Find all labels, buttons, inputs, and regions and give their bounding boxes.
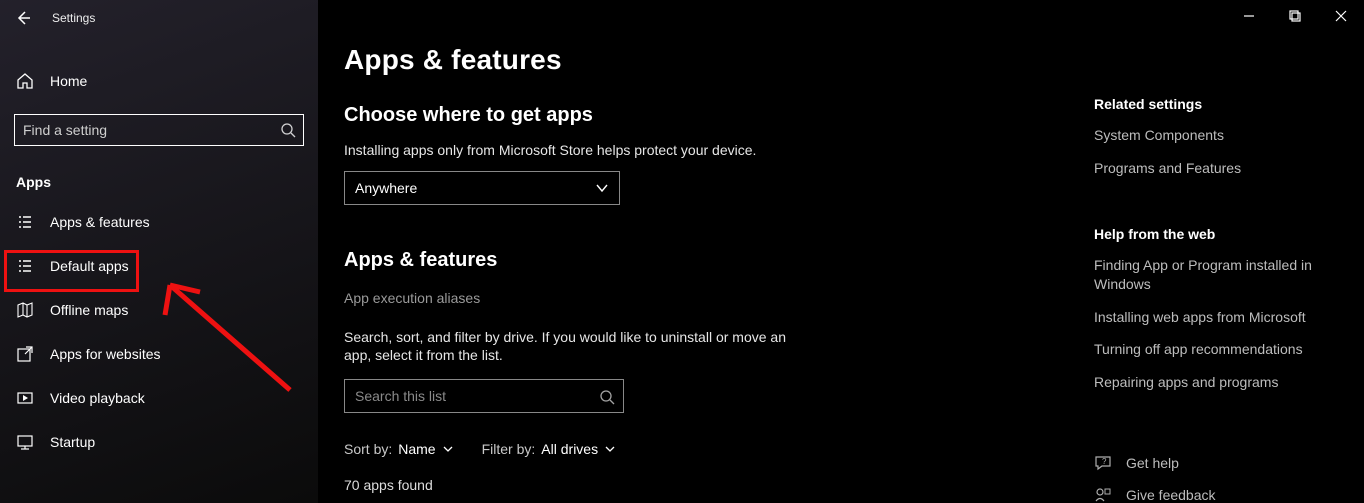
give-feedback-link[interactable]: Give feedback [1094,486,1344,503]
give-feedback-label: Give feedback [1126,487,1216,503]
sidebar-item-label: Offline maps [50,302,128,318]
arrow-left-icon [15,10,31,26]
choose-apps-body: Installing apps only from Microsoft Stor… [344,141,964,159]
sidebar: Settings Home Apps Apps & features Defau… [0,0,318,503]
map-icon [16,301,34,319]
feedback-icon [1094,486,1112,503]
find-setting-input[interactable] [14,114,304,146]
video-icon [16,389,34,407]
app-source-dropdown[interactable]: Anywhere [344,171,620,205]
sidebar-item-apps-for-websites[interactable]: Apps for websites [0,332,318,376]
help-link[interactable]: Repairing apps and programs [1094,373,1344,392]
sidebar-item-startup[interactable]: Startup [0,420,318,464]
close-icon [1335,10,1347,22]
chevron-down-icon [442,443,454,455]
titlebar: Settings [0,0,318,36]
search-icon [599,389,615,405]
close-button[interactable] [1318,0,1364,32]
app-source-value: Anywhere [355,180,417,196]
main-area: Apps & features Choose where to get apps… [318,0,1364,503]
sidebar-section-head: Apps [16,174,318,190]
minimize-button[interactable] [1226,0,1272,32]
sort-label: Sort by: [344,441,392,457]
get-help-label: Get help [1126,455,1179,471]
help-web-heading: Help from the web [1094,226,1344,242]
apps-search-input[interactable] [345,380,623,412]
svg-text:?: ? [1102,457,1107,466]
sidebar-home[interactable]: Home [0,60,318,102]
search-icon [280,122,296,138]
sidebar-home-label: Home [50,73,87,89]
sort-by-dropdown[interactable]: Sort by: Name [344,441,454,457]
right-rail: Related settings System Components Progr… [1094,0,1364,503]
minimize-icon [1243,10,1255,22]
apps-found-count: 70 apps found [344,477,1094,493]
sidebar-search[interactable] [14,114,304,146]
apps-features-heading: Apps & features [344,249,1094,272]
back-button[interactable] [14,9,32,27]
related-settings-heading: Related settings [1094,96,1344,112]
help-link[interactable]: Installing web apps from Microsoft [1094,308,1344,327]
app-execution-aliases-link[interactable]: App execution aliases [344,290,1094,306]
maximize-button[interactable] [1272,0,1318,32]
default-apps-icon [16,257,34,275]
window-controls [1226,0,1364,32]
related-link-programs-features[interactable]: Programs and Features [1094,159,1344,178]
page-title: Apps & features [344,44,1094,76]
startup-icon [16,433,34,451]
get-help-link[interactable]: ? Get help [1094,454,1344,472]
sort-value: Name [398,441,435,457]
open-external-icon [16,345,34,363]
filter-label: Filter by: [482,441,536,457]
home-icon [16,72,34,90]
help-link[interactable]: Finding App or Program installed in Wind… [1094,256,1344,294]
filter-value: All drives [541,441,598,457]
sidebar-item-label: Default apps [50,258,129,274]
sidebar-item-label: Startup [50,434,95,450]
sort-filter-row: Sort by: Name Filter by: All drives [344,441,1094,457]
chevron-down-icon [595,181,609,195]
list-icon [16,213,34,231]
sidebar-item-offline-maps[interactable]: Offline maps [0,288,318,332]
sidebar-item-video-playback[interactable]: Video playback [0,376,318,420]
sidebar-item-label: Apps & features [50,214,150,230]
sidebar-nav: Apps & features Default apps Offline map… [0,200,318,464]
related-link-system-components[interactable]: System Components [1094,126,1344,145]
list-instructions: Search, sort, and filter by drive. If yo… [344,328,804,364]
sidebar-item-default-apps[interactable]: Default apps [0,244,318,288]
maximize-icon [1289,10,1301,22]
sidebar-item-label: Apps for websites [50,346,161,362]
chat-help-icon: ? [1094,454,1112,472]
chevron-down-icon [604,443,616,455]
sidebar-item-apps-features[interactable]: Apps & features [0,200,318,244]
filter-by-dropdown[interactable]: Filter by: All drives [482,441,616,457]
apps-search[interactable] [344,379,624,413]
help-link[interactable]: Turning off app recommendations [1094,340,1344,359]
choose-apps-heading: Choose where to get apps [344,104,1094,127]
window-title: Settings [52,11,95,25]
sidebar-item-label: Video playback [50,390,145,406]
